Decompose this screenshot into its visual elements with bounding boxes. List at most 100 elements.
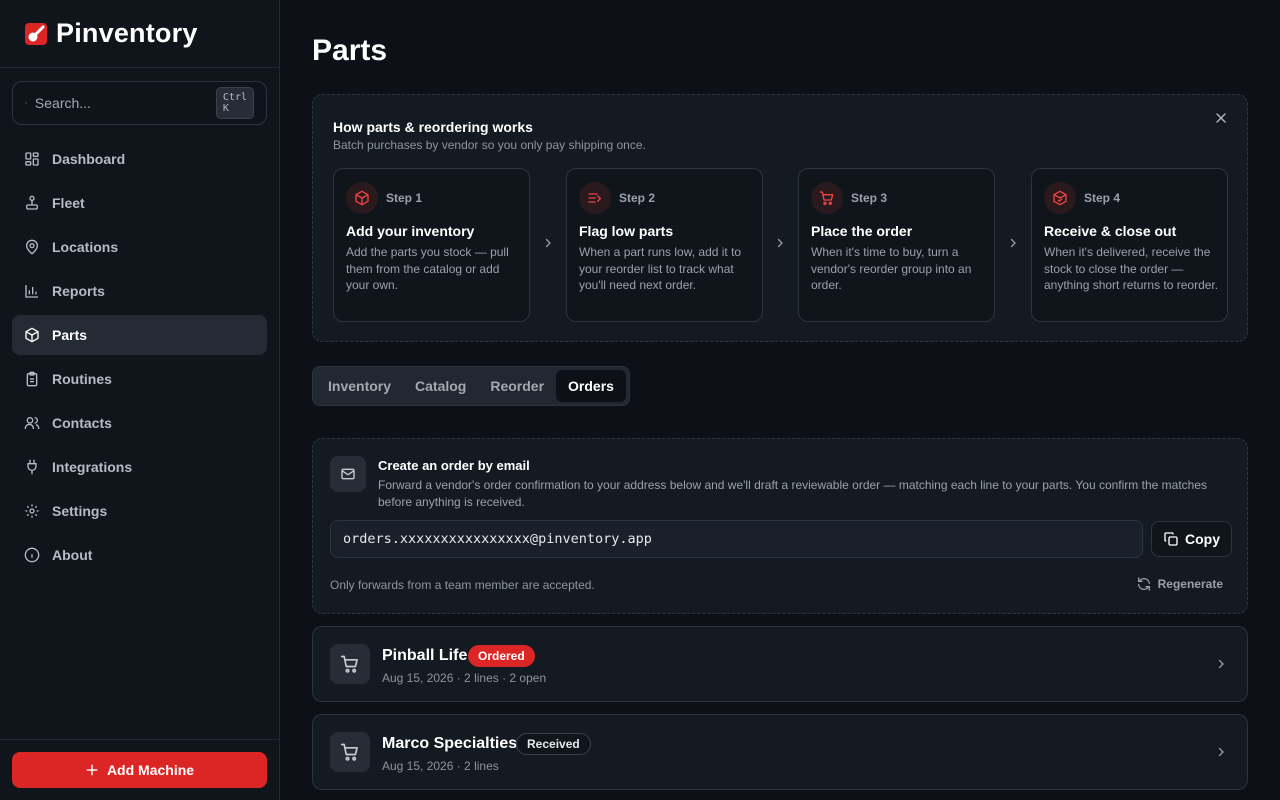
order-icon-wrap [330,644,370,684]
step-description: When it's time to buy, turn a vendor's r… [811,245,972,292]
step-card: Step 2 Flag low parts When a part runs l… [566,168,763,322]
chevron-right-icon [1218,659,1224,669]
order-meta: Aug 15, 2026 · 2 lines · 2 open [382,671,547,685]
sidebar-item-label: About [52,547,93,563]
page-title: Parts [312,34,388,67]
sidebar-item-settings[interactable]: Settings [12,491,267,531]
step-description: When it's delivered, receive the stock t… [1044,245,1219,292]
sidebar-item-locations[interactable]: Locations [12,227,267,267]
cart-icon [340,743,358,761]
step-icon-wrap [1044,182,1076,214]
brand[interactable]: Pinventory [0,0,279,68]
chevron-right-icon [1010,238,1016,248]
status-badge: Ordered [468,645,535,667]
tab-catalog[interactable]: Catalog [403,370,478,402]
joystick-icon [26,195,38,210]
cart-icon [340,655,358,673]
sidebar-item-label: Locations [52,239,119,255]
sidebar-item-label: Routines [52,371,112,387]
package-check-icon [1053,190,1067,206]
pinventory-logo-icon [25,22,47,45]
step-card: Step 4 Receive & close out When it's del… [1031,168,1228,322]
order-vendor: Marco Specialties [382,735,518,752]
copy-button[interactable]: Copy [1151,521,1232,557]
howto-panel: How parts & reordering works Batch purch… [312,94,1248,342]
step-title: Place the order [811,223,913,239]
sidebar-item-label: Parts [52,327,88,343]
order-row[interactable]: Pinball Life Ordered Aug 15, 2026 · 2 li… [312,626,1248,702]
order-vendor: Pinball Life [382,647,468,664]
search-icon [25,102,27,104]
order-icon-wrap [330,732,370,772]
sidebar-item-dashboard[interactable]: Dashboard [12,139,267,179]
order-meta: Aug 15, 2026 · 2 lines [382,759,499,773]
sidebar: Pinventory Ctrl K Dashboard Fleet Locati… [0,0,280,800]
refresh-icon [1137,577,1150,591]
step-number: Step 3 [851,191,888,205]
list-plus-icon [588,193,602,203]
copy-label: Copy [1185,531,1220,547]
plug-icon [27,459,37,475]
tab-inventory[interactable]: Inventory [316,370,403,402]
clipboard-icon [26,371,38,387]
regenerate-label: Regenerate [1157,577,1223,591]
package-icon [355,190,369,206]
step-card: Step 1 Add your inventory Add the parts … [333,168,530,322]
parts-tabs: Inventory Catalog Reorder Orders [312,366,630,406]
step-description: Add the parts you stock — pull them from… [346,245,509,292]
add-machine-label: Add Machine [106,762,195,778]
step-number: Step 2 [619,191,656,205]
sidebar-item-label: Fleet [52,195,85,211]
sidebar-item-integrations[interactable]: Integrations [12,447,267,487]
chevron-right-icon [777,238,783,248]
tab-orders[interactable]: Orders [556,370,626,402]
step-icon-wrap [346,182,378,214]
status-badge: Received [516,733,591,755]
tab-reorder[interactable]: Reorder [478,370,556,402]
step-number: Step 4 [1084,191,1121,205]
sidebar-item-fleet[interactable]: Fleet [12,183,267,223]
step-number: Step 1 [386,191,423,205]
mail-icon-wrap [330,456,366,492]
sidebar-item-parts[interactable]: Parts [12,315,267,355]
users-icon [24,417,40,429]
email-address-field[interactable]: orders.xxxxxxxxxxxxxxxx@pinventory.app [330,520,1143,558]
plus-icon [86,764,98,776]
map-pin-icon [25,239,39,255]
email-order-note: Only forwards from a team member are acc… [330,578,595,592]
sidebar-item-routines[interactable]: Routines [12,359,267,399]
order-row[interactable]: Marco Specialties Received Aug 15, 2026 … [312,714,1248,790]
search-box[interactable]: Ctrl K [12,81,267,125]
cart-icon [819,191,834,205]
sidebar-item-contacts[interactable]: Contacts [12,403,267,443]
step-title: Receive & close out [1044,223,1177,239]
howto-title: How parts & reordering works [333,119,533,135]
sidebar-item-label: Integrations [52,459,133,475]
sidebar-item-about[interactable]: About [12,535,267,575]
app-name: Pinventory [56,18,198,48]
sidebar-footer: Add Machine [0,739,279,800]
add-machine-button[interactable]: Add Machine [12,752,267,788]
sidebar-item-label: Reports [52,283,105,299]
howto-subtitle: Batch purchases by vendor so you only pa… [333,138,646,152]
sidebar-nav: Dashboard Fleet Locations Reports Parts … [12,139,267,579]
sidebar-item-label: Settings [52,503,108,519]
dashboard-icon [25,152,39,166]
search-input[interactable] [34,95,216,111]
close-icon[interactable] [1213,110,1229,126]
gear-icon [25,504,39,518]
step-icon-wrap [811,182,843,214]
email-order-description: Forward a vendor's order confirmation to… [378,478,1207,509]
bar-chart-icon [25,285,38,298]
sidebar-item-reports[interactable]: Reports [12,271,267,311]
step-title: Add your inventory [346,223,475,239]
regenerate-button[interactable]: Regenerate [1136,576,1223,592]
step-card: Step 3 Place the order When it's time to… [798,168,995,322]
search-shortcut-badge: Ctrl K [215,87,254,119]
step-title: Flag low parts [579,223,674,239]
email-order-title: Create an order by email [378,458,530,473]
copy-icon [1164,532,1178,546]
email-order-panel: Create an order by email Forward a vendo… [312,438,1248,614]
chevron-right-icon [545,238,551,248]
info-icon [24,547,40,563]
